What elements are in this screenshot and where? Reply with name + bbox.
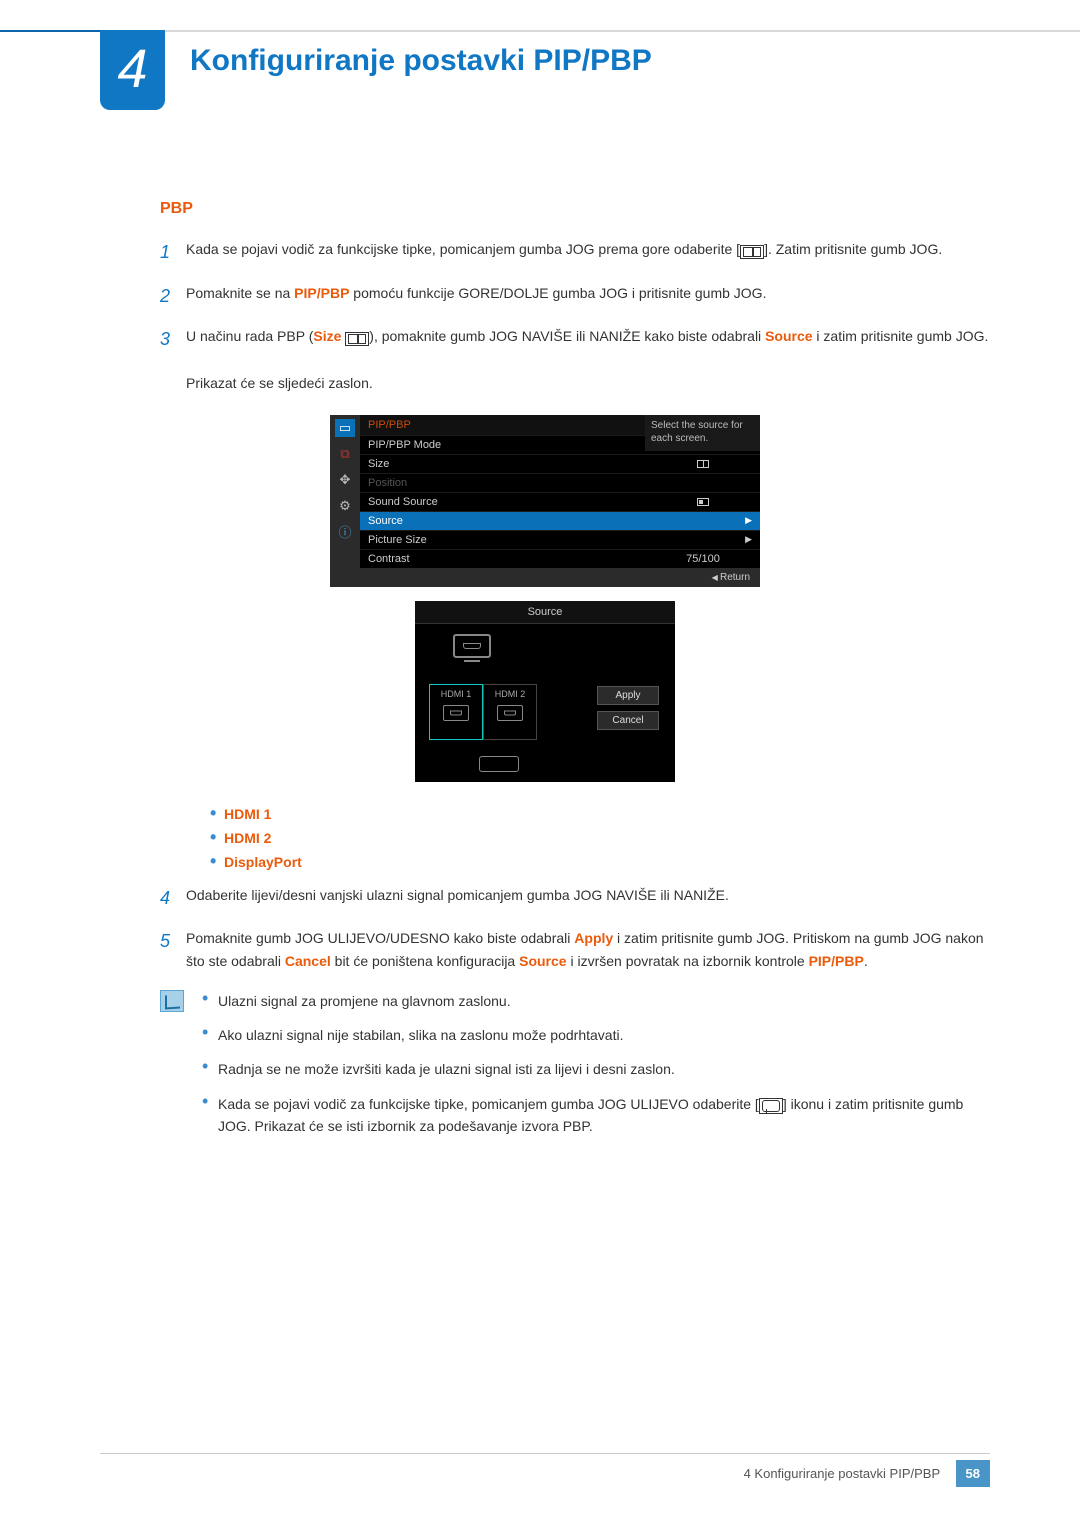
monitor-icon bbox=[453, 634, 491, 658]
step-number: 3 bbox=[160, 325, 186, 394]
step-2: 2 Pomaknite se na PIP/PBP pomoću funkcij… bbox=[160, 282, 990, 312]
page-number: 58 bbox=[956, 1460, 990, 1487]
osd-tab-info-icon: ⓘ bbox=[335, 523, 355, 541]
source-label: HDMI 1 bbox=[441, 689, 472, 699]
osd-tab-image-icon: ⧉ bbox=[335, 445, 355, 463]
step-text: Odaberite lijevi/desni vanjski ulazni si… bbox=[186, 884, 990, 914]
chevron-right-icon: ▶ bbox=[738, 534, 752, 545]
osd-tab-move-icon: ✥ bbox=[335, 471, 355, 489]
pbp-split-icon bbox=[345, 332, 369, 346]
osd-label: Contrast bbox=[368, 553, 668, 565]
pbp-split-icon bbox=[740, 245, 764, 259]
osd-value-icon bbox=[668, 458, 738, 470]
jog-controller-icon bbox=[479, 756, 519, 772]
step-text: Kada se pojavi vodič za funkcijske tipke… bbox=[186, 241, 740, 257]
source-cell-right: HDMI 2 bbox=[483, 684, 537, 740]
keyword-source: Source bbox=[765, 328, 812, 344]
section-heading-pbp: PBP bbox=[160, 200, 990, 218]
step-1: 1 Kada se pojavi vodič za funkcijske tip… bbox=[160, 238, 990, 268]
step-text: i zatim pritisnite gumb JOG. bbox=[813, 328, 989, 344]
note-text: Kada se pojavi vodič za funkcijske tipke… bbox=[218, 1096, 759, 1112]
step-5: 5 Pomaknite gumb JOG ULIJEVO/UDESNO kako… bbox=[160, 927, 990, 973]
step-text: pomoću funkcije GORE/DOLJE gumba JOG i p… bbox=[349, 285, 766, 301]
source-option-list: HDMI 1 HDMI 2 DisplayPort bbox=[210, 806, 990, 870]
chapter-header: 4 Konfiguriranje postavki PIP/PBP bbox=[0, 30, 1080, 110]
step-text: . bbox=[864, 953, 868, 969]
step-number: 1 bbox=[160, 238, 186, 268]
keyword-cancel: Cancel bbox=[285, 953, 331, 969]
source-dialog-title: Source bbox=[415, 601, 675, 624]
monitor-mini-icon bbox=[497, 705, 523, 721]
apply-button: Apply bbox=[597, 686, 659, 705]
source-cell-left: HDMI 1 bbox=[429, 684, 483, 740]
osd-label: Size bbox=[368, 458, 668, 470]
keyword-size: Size bbox=[313, 328, 341, 344]
osd-sidebar: ▭ ⧉ ✥ ⚙ ⓘ bbox=[330, 415, 360, 568]
step-text: U načinu rada PBP ( bbox=[186, 328, 313, 344]
step-text: Pomaknite se na bbox=[186, 285, 294, 301]
osd-return-hint: Return bbox=[330, 568, 760, 587]
osd-menu-screenshot: ▭ ⧉ ✥ ⚙ ⓘ Select the source for each scr… bbox=[330, 415, 760, 587]
monitor-mini-icon bbox=[443, 705, 469, 721]
step-text: Prikazat će se sljedeći zaslon. bbox=[186, 375, 373, 391]
source-option-hdmi2: HDMI 2 bbox=[210, 830, 990, 846]
chevron-right-icon: ▶ bbox=[738, 515, 752, 526]
keyword-source: Source bbox=[519, 953, 566, 969]
osd-tab-picture-icon: ▭ bbox=[335, 419, 355, 437]
note-item: Radnja se ne može izvršiti kada je ulazn… bbox=[202, 1058, 990, 1080]
keyword-apply: Apply bbox=[574, 930, 613, 946]
source-dialog-screenshot: Source HDMI 1 HDMI 2 Apply Cancel bbox=[415, 601, 675, 782]
osd-label: Sound Source bbox=[368, 496, 668, 508]
chapter-title: Konfiguriranje postavki PIP/PBP bbox=[190, 44, 652, 78]
osd-hint-text: Select the source for each screen. bbox=[645, 415, 760, 451]
osd-value-icon bbox=[668, 496, 738, 508]
osd-row-position: Position bbox=[360, 473, 760, 492]
step-text: Pomaknite gumb JOG ULIJEVO/UDESNO kako b… bbox=[186, 930, 574, 946]
osd-row-picture-size: Picture Size ▶ bbox=[360, 530, 760, 549]
osd-label: Position bbox=[368, 477, 668, 489]
osd-label: PIP/PBP Mode bbox=[368, 439, 668, 451]
osd-label: Source bbox=[368, 515, 668, 527]
footer-text: 4 Konfiguriranje postavki PIP/PBP bbox=[744, 1466, 940, 1481]
osd-value: 75/100 bbox=[668, 553, 738, 565]
keyword-pip-pbp: PIP/PBP bbox=[809, 953, 864, 969]
osd-row-sound-source: Sound Source bbox=[360, 492, 760, 511]
step-3: 3 U načinu rada PBP (Size ), pomaknite g… bbox=[160, 325, 990, 394]
note-item: Kada se pojavi vodič za funkcijske tipke… bbox=[202, 1093, 990, 1138]
chapter-number-badge: 4 bbox=[100, 30, 165, 110]
step-number: 4 bbox=[160, 884, 186, 914]
note-item: Ulazni signal za promjene na glavnom zas… bbox=[202, 990, 990, 1012]
osd-label: Picture Size bbox=[368, 534, 668, 546]
source-option-hdmi1: HDMI 1 bbox=[210, 806, 990, 822]
osd-tab-settings-icon: ⚙ bbox=[335, 497, 355, 515]
page-footer: 4 Konfiguriranje postavki PIP/PBP 58 bbox=[100, 1453, 990, 1487]
step-4: 4 Odaberite lijevi/desni vanjski ulazni … bbox=[160, 884, 990, 914]
osd-row-contrast: Contrast 75/100 bbox=[360, 549, 760, 568]
step-number: 5 bbox=[160, 927, 186, 973]
step-number: 2 bbox=[160, 282, 186, 312]
osd-row-source-selected: Source ▶ bbox=[360, 511, 760, 530]
note-item: Ako ulazni signal nije stabilan, slika n… bbox=[202, 1024, 990, 1046]
step-text: bit će poništena konfiguracija bbox=[331, 953, 519, 969]
step-text: ), pomaknite gumb JOG NAVIŠE ili NANIŽE … bbox=[369, 328, 765, 344]
source-option-displayport: DisplayPort bbox=[210, 854, 990, 870]
cancel-button: Cancel bbox=[597, 711, 659, 730]
osd-row-size: Size bbox=[360, 454, 760, 473]
note-block: Ulazni signal za promjene na glavnom zas… bbox=[160, 990, 990, 1150]
keyword-pip-pbp: PIP/PBP bbox=[294, 285, 349, 301]
return-icon bbox=[759, 1098, 783, 1114]
note-icon bbox=[160, 990, 184, 1012]
step-text: i izvršen povratak na izbornik kontrole bbox=[567, 953, 809, 969]
source-label: HDMI 2 bbox=[495, 689, 526, 699]
step-text: ]. Zatim pritisnite gumb JOG. bbox=[764, 241, 942, 257]
